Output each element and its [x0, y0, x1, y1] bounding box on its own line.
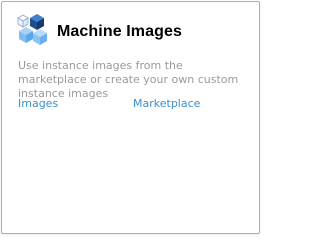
card-description: Use instance images from the marketplace…	[18, 59, 239, 100]
card-title: Machine Images	[57, 22, 183, 40]
marketplace-link[interactable]: Marketplace	[133, 97, 200, 110]
images-link[interactable]: Images	[18, 97, 58, 110]
stacked-cubes-icon	[12, 12, 52, 50]
machine-images-card[interactable]: Machine Images Use instance images from …	[1, 1, 260, 234]
card-header: Machine Images	[12, 12, 182, 50]
